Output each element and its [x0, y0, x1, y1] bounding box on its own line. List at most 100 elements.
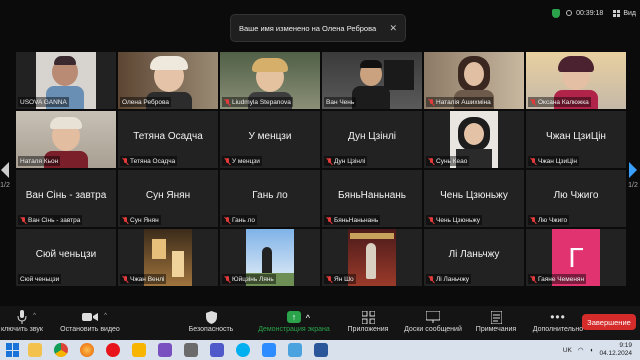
- muted-mic-icon: [530, 98, 536, 106]
- toolbar-label: ключить звук: [0, 326, 43, 333]
- participant-tile[interactable]: Чжан Венлі: [118, 229, 218, 286]
- participant-name: Гаяне Чеменян: [538, 275, 585, 283]
- participant-tile[interactable]: Liudmyla Stepanova: [220, 52, 320, 109]
- participant-name: Ван Сінь - завтра: [28, 216, 81, 224]
- muted-mic-icon: [122, 275, 128, 283]
- browser-icon[interactable]: [128, 342, 150, 358]
- muted-mic-icon: [224, 275, 230, 283]
- participant-name: У менцзи: [232, 157, 260, 165]
- muted-mic-icon: [20, 216, 26, 224]
- previous-page-button[interactable]: 1/2: [0, 162, 10, 189]
- opera-icon[interactable]: [102, 342, 124, 358]
- muted-mic-icon: [530, 216, 536, 224]
- volume-icon[interactable]: ◖: [590, 347, 594, 354]
- rename-notification: Ваше имя изменено на Олена Реброва ✕: [230, 14, 406, 42]
- teams-icon[interactable]: [206, 342, 228, 358]
- share-screen-button[interactable]: ↑ ^ Демонстрация экрана: [256, 306, 332, 340]
- participant-name: Гань ло: [232, 216, 256, 224]
- participant-tile[interactable]: Чень Цзюньжу Чень Цзюньжу: [424, 170, 524, 227]
- chrome-icon[interactable]: [50, 342, 72, 358]
- close-icon[interactable]: ✕: [389, 23, 397, 34]
- participant-tile[interactable]: Юйцзінь Лянь: [220, 229, 320, 286]
- app-icon[interactable]: [284, 342, 306, 358]
- participant-name-label: Чень Цзюньжу: [426, 215, 483, 225]
- clock[interactable]: 9:19 04.12.2024: [599, 342, 632, 358]
- participant-name: Дун Цзінлі: [334, 157, 366, 165]
- share-screen-icon: ↑ ^: [287, 310, 310, 324]
- word-icon[interactable]: [310, 342, 332, 358]
- participant-video: [366, 243, 376, 279]
- media-icon[interactable]: [154, 342, 176, 358]
- chevron-up-icon[interactable]: ^: [104, 313, 107, 319]
- clock-date: 04.12.2024: [599, 350, 632, 357]
- arrow-right-icon: [629, 162, 637, 178]
- chevron-up-icon[interactable]: ^: [306, 313, 310, 323]
- app-icon[interactable]: [180, 342, 202, 358]
- whiteboards-button[interactable]: Доски сообщений: [398, 306, 468, 340]
- participant-tile[interactable]: Чжан ЦзиЦін Чжан ЦзиЦін: [526, 111, 626, 168]
- participant-display-name: Лю Чжиго: [553, 190, 599, 201]
- participant-tile[interactable]: У менцзи У менцзи: [220, 111, 320, 168]
- participant-tile[interactable]: Лю Чжиго Лю Чжиго: [526, 170, 626, 227]
- unmute-button[interactable]: ^ ключить звук: [0, 306, 44, 340]
- participant-tile[interactable]: Наталія Ашихміна: [424, 52, 524, 109]
- toolbar-label: Остановить видео: [60, 326, 120, 333]
- participant-tile[interactable]: Тетяна Осадча Тетяна Осадча: [118, 111, 218, 168]
- participant-tile[interactable]: Ван Чень: [322, 52, 422, 109]
- participant-tile[interactable]: Дун Цзінлі Дун Цзінлі: [322, 111, 422, 168]
- windows-start-icon[interactable]: [6, 343, 20, 357]
- participant-video: [152, 239, 166, 259]
- participant-name-label: У менцзи: [222, 156, 262, 166]
- apps-button[interactable]: Приложения: [338, 306, 398, 340]
- timer-icon: [566, 10, 573, 16]
- participant-tile[interactable]: Сун Янян Сун Янян: [118, 170, 218, 227]
- participant-tile[interactable]: USOVA GANNA: [16, 52, 116, 109]
- participant-tile[interactable]: Сунь Кеао: [424, 111, 524, 168]
- participant-tile[interactable]: Олена Реброва: [118, 52, 218, 109]
- participant-name: Оксана Калюжка: [538, 98, 589, 106]
- participant-tile[interactable]: Оксана Калюжка: [526, 52, 626, 109]
- firefox-icon[interactable]: [76, 342, 98, 358]
- participant-video: [252, 58, 288, 72]
- chevron-up-icon[interactable]: ^: [33, 313, 36, 319]
- security-button[interactable]: Безопасность: [166, 306, 256, 340]
- skype-icon[interactable]: [232, 342, 254, 358]
- participant-name-label: Наталія Ашихміна: [426, 97, 493, 107]
- participant-tile[interactable]: Г Гаяне Чеменян: [526, 229, 626, 286]
- participant-name-label: Чжан Венлі: [120, 274, 167, 284]
- encryption-shield-icon[interactable]: [552, 8, 561, 18]
- participant-tile[interactable]: Ван Сінь - завтра Ван Сінь - завтра: [16, 170, 116, 227]
- participant-tile[interactable]: Ян Шо: [322, 229, 422, 286]
- gallery-grid: USOVA GANNA Олена Реброва Liudmyla Stepano…: [16, 52, 626, 286]
- muted-mic-icon: [326, 216, 332, 224]
- toolbar-label: Безопасность: [188, 326, 234, 333]
- notes-button[interactable]: Примечания: [468, 306, 524, 340]
- participant-name-label: Лі Ланьчжу: [426, 274, 471, 284]
- view-button[interactable]: Вид: [613, 9, 636, 17]
- page-indicator-left: 1/2: [0, 182, 10, 189]
- participant-tile[interactable]: Гань ло Гань ло: [220, 170, 320, 227]
- wifi-icon[interactable]: ◠: [578, 346, 584, 354]
- more-icon: •••: [550, 310, 566, 324]
- participant-video: [464, 62, 484, 86]
- participant-tile[interactable]: Сюй ченьцзи Сюй ченьцзи: [16, 229, 116, 286]
- muted-mic-icon: [122, 157, 128, 165]
- participant-name-label: Чжан ЦзиЦін: [528, 156, 579, 166]
- microphone-icon: ^: [17, 310, 36, 324]
- language-indicator[interactable]: UK: [563, 347, 572, 354]
- clock-time: 9:19: [619, 342, 632, 349]
- participant-tile[interactable]: Наталя Кьон: [16, 111, 116, 168]
- participant-tile[interactable]: Лі Ланьчжу Лі Ланьчжу: [424, 229, 524, 286]
- participant-name-label: Сун Янян: [120, 215, 161, 225]
- zoom-icon[interactable]: [258, 342, 280, 358]
- participant-name: БяньНаньнань: [334, 216, 379, 224]
- next-page-button[interactable]: 1/2: [626, 162, 640, 189]
- file-explorer-icon[interactable]: [24, 342, 46, 358]
- stop-video-button[interactable]: ^ Остановить видео: [44, 306, 136, 340]
- participant-video: [352, 86, 390, 109]
- participant-name: Ван Чень: [326, 98, 355, 106]
- participant-tile[interactable]: БяньНаньнань БяньНаньнань: [322, 170, 422, 227]
- system-tray: UK ◠ ◖ 9:19 04.12.2024: [563, 342, 640, 358]
- end-meeting-button[interactable]: Завершение: [582, 314, 636, 330]
- participant-name-label: Оксана Калюжка: [528, 97, 591, 107]
